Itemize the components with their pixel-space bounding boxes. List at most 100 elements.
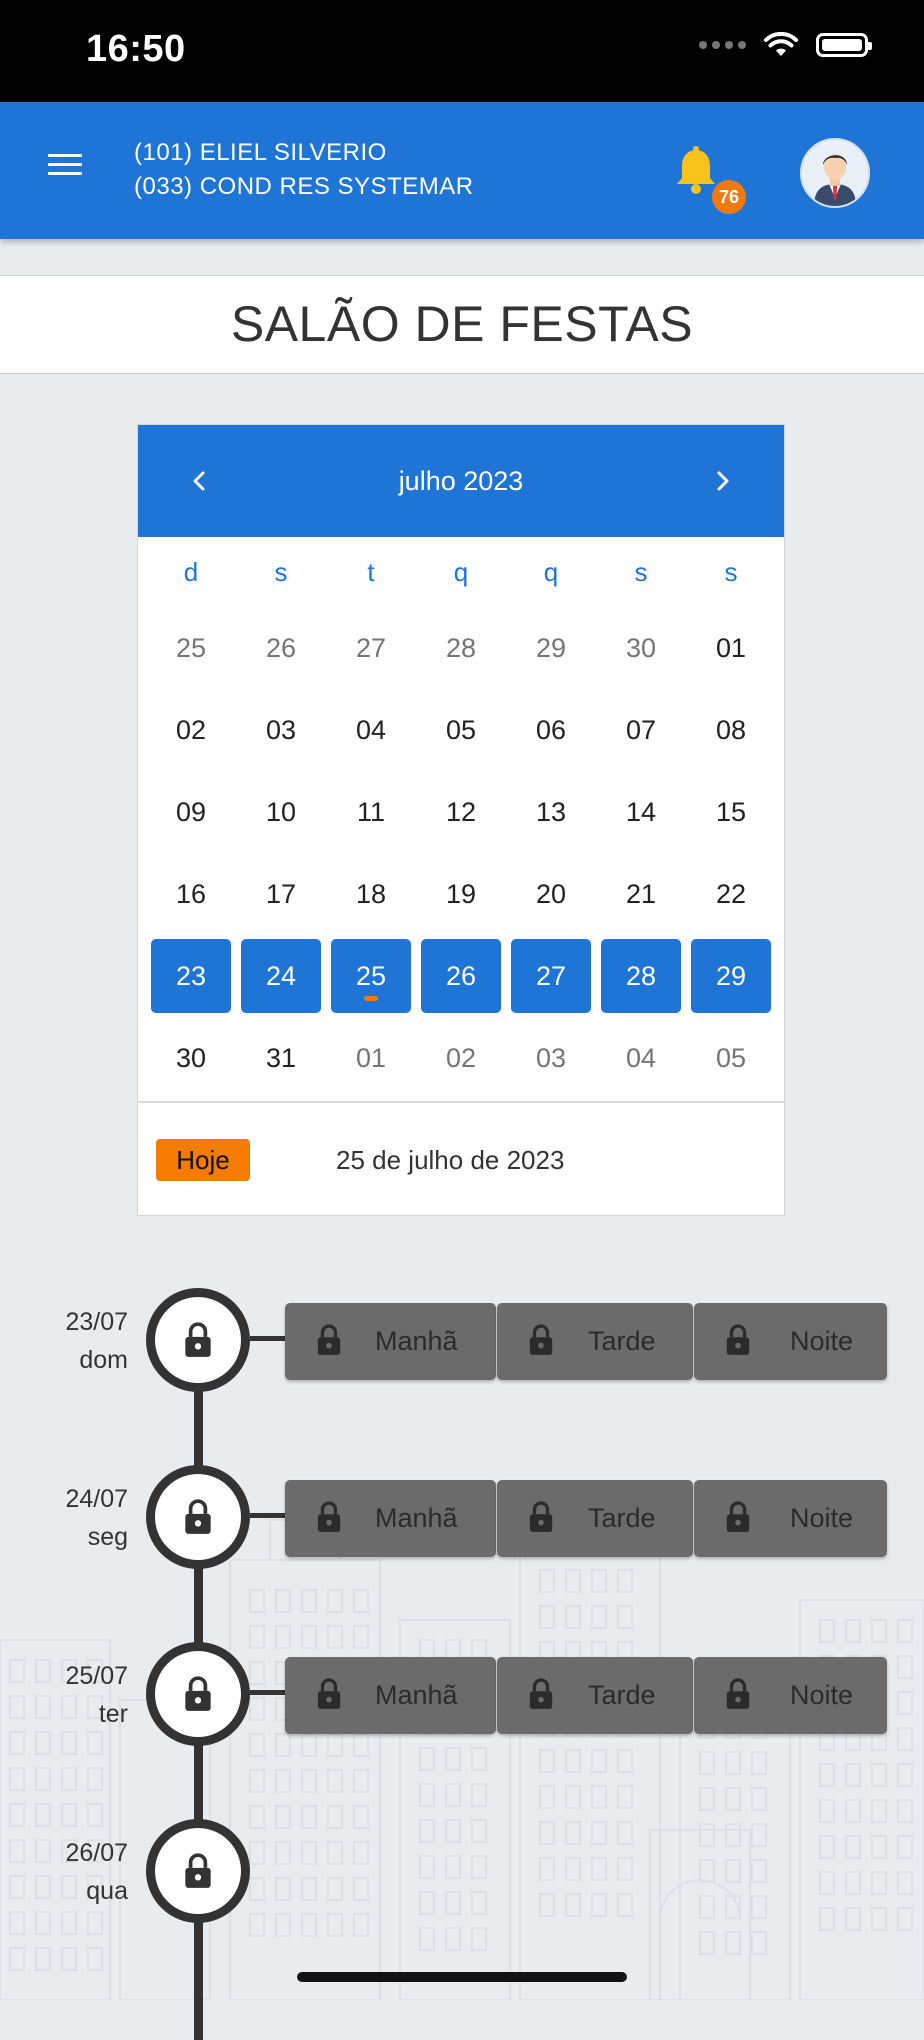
timeline-connector bbox=[250, 1336, 286, 1341]
weekday-label: s bbox=[274, 557, 288, 587]
calendar-day-other-month[interactable]: 03 bbox=[506, 1017, 596, 1099]
timeline-lock-node[interactable] bbox=[146, 1642, 250, 1746]
calendar-day-other-month[interactable]: 28 bbox=[416, 607, 506, 689]
period-slot-button[interactable]: Manhã bbox=[285, 1657, 496, 1734]
calendar-day[interactable]: 14 bbox=[596, 771, 686, 853]
timeline-date: 25/07 ter bbox=[0, 1657, 128, 1733]
timeline-lock-node[interactable] bbox=[146, 1819, 250, 1923]
today-date-text: 25 de julho de 2023 bbox=[336, 1145, 565, 1175]
calendar-day-number: 27 bbox=[355, 632, 387, 663]
calendar-month-label: julho 2023 bbox=[398, 466, 524, 496]
menu-button[interactable] bbox=[48, 154, 82, 182]
weekday-label: d bbox=[183, 557, 199, 587]
calendar-day-selected[interactable]: 24 bbox=[236, 935, 326, 1017]
calendar-day-other-month[interactable]: 04 bbox=[596, 1017, 686, 1099]
period-slot-button[interactable]: Manhã bbox=[285, 1480, 496, 1557]
calendar-day-other-month[interactable]: 29 bbox=[506, 607, 596, 689]
calendar-day-number: 01 bbox=[355, 1042, 387, 1073]
calendar-day[interactable]: 20 bbox=[506, 853, 596, 935]
calendar-day[interactable]: 31 bbox=[236, 1017, 326, 1099]
calendar-day[interactable]: 17 bbox=[236, 853, 326, 935]
calendar-day[interactable]: 15 bbox=[686, 771, 776, 853]
weekday-label: s bbox=[724, 557, 738, 587]
period-slot-label: Tarde bbox=[588, 1503, 656, 1533]
calendar-day-other-month[interactable]: 27 bbox=[326, 607, 416, 689]
calendar-day-number: 16 bbox=[175, 878, 207, 909]
timeline-connector bbox=[250, 1513, 286, 1518]
period-slot-label: Manhã bbox=[375, 1326, 458, 1356]
calendar-day[interactable]: 22 bbox=[686, 853, 776, 935]
calendar-day[interactable]: 01 bbox=[686, 607, 776, 689]
calendar-day-other-month[interactable]: 30 bbox=[596, 607, 686, 689]
calendar-day[interactable]: 30 bbox=[146, 1017, 236, 1099]
calendar-day-number: 15 bbox=[715, 796, 747, 827]
calendar-week-row: 30 31 01 02 03 04 05 bbox=[146, 1017, 776, 1099]
timeline-date-label: 23/07 bbox=[65, 1308, 128, 1336]
calendar-day[interactable]: 11 bbox=[326, 771, 416, 853]
calendar-day-number: 04 bbox=[355, 714, 387, 745]
calendar-day-number: 10 bbox=[265, 796, 297, 827]
timeline-date: 26/07 qua bbox=[0, 1834, 128, 1910]
calendar-day-number: 28 bbox=[625, 960, 657, 991]
timeline-lock-node[interactable] bbox=[146, 1288, 250, 1392]
calendar-day-selected[interactable]: 27 bbox=[506, 935, 596, 1017]
timeline-date: 24/07 seg bbox=[0, 1480, 128, 1556]
lock-icon bbox=[185, 1322, 211, 1357]
calendar-day-number: 11 bbox=[356, 796, 386, 827]
period-slot-button[interactable]: Manhã bbox=[285, 1303, 496, 1380]
calendar-grid: d s t q q s s 25 26 27 28 29 30 01 02 03 04 05 06 07 08 09 10… bbox=[146, 537, 776, 1099]
lock-icon-wrapper bbox=[315, 1500, 343, 1539]
calendar-day[interactable]: 21 bbox=[596, 853, 686, 935]
calendar-day[interactable]: 16 bbox=[146, 853, 236, 935]
calendar-day-selected[interactable]: 23 bbox=[146, 935, 236, 1017]
today-button[interactable]: Hoje bbox=[156, 1139, 250, 1181]
calendar-day[interactable]: 13 bbox=[506, 771, 596, 853]
calendar-day[interactable]: 02 bbox=[146, 689, 236, 771]
calendar-day[interactable]: 09 bbox=[146, 771, 236, 853]
calendar-day-other-month[interactable]: 01 bbox=[326, 1017, 416, 1099]
calendar-day[interactable]: 19 bbox=[416, 853, 506, 935]
period-slot-button[interactable]: Noite bbox=[694, 1480, 887, 1557]
lock-icon bbox=[726, 1324, 750, 1355]
avatar[interactable] bbox=[800, 138, 870, 208]
period-slot-button[interactable]: Noite bbox=[694, 1303, 887, 1380]
calendar-day-selected[interactable]: 28 bbox=[596, 935, 686, 1017]
calendar-day-number: 13 bbox=[535, 796, 567, 827]
calendar-day[interactable]: 18 bbox=[326, 853, 416, 935]
lock-icon bbox=[726, 1501, 750, 1532]
period-slot-label: Noite bbox=[790, 1326, 854, 1356]
next-month-button[interactable] bbox=[702, 461, 742, 501]
calendar-day[interactable]: 07 bbox=[596, 689, 686, 771]
timeline-weekday-label: qua bbox=[86, 1877, 128, 1905]
period-slot-label: Tarde bbox=[588, 1680, 656, 1710]
today-marker bbox=[364, 996, 378, 1001]
weekday-header: dstqqss bbox=[146, 537, 776, 607]
calendar-day-other-month[interactable]: 26 bbox=[236, 607, 326, 689]
timeline-date-label: 24/07 bbox=[65, 1485, 128, 1513]
calendar-day-number: 03 bbox=[265, 714, 297, 745]
calendar-day[interactable]: 05 bbox=[416, 689, 506, 771]
calendar-day-selected[interactable]: 26 bbox=[416, 935, 506, 1017]
calendar-day-selected[interactable]: 29 bbox=[686, 935, 776, 1017]
calendar-day-number: 25 bbox=[355, 960, 387, 991]
calendar-day-selected[interactable]: 25 bbox=[326, 935, 416, 1017]
period-slot-label: Tarde bbox=[588, 1326, 656, 1356]
lock-icon-wrapper bbox=[527, 1500, 555, 1539]
calendar-day[interactable]: 10 bbox=[236, 771, 326, 853]
calendar-day-other-month[interactable]: 02 bbox=[416, 1017, 506, 1099]
calendar-day[interactable]: 03 bbox=[236, 689, 326, 771]
period-slot-button[interactable]: Noite bbox=[694, 1657, 887, 1734]
timeline-lock-node[interactable] bbox=[146, 1465, 250, 1569]
calendar-day-other-month[interactable]: 05 bbox=[686, 1017, 776, 1099]
timeline-weekday-label: dom bbox=[79, 1346, 128, 1374]
period-slot-button[interactable]: Tarde bbox=[497, 1657, 693, 1734]
calendar-day-other-month[interactable]: 25 bbox=[146, 607, 236, 689]
calendar-day[interactable]: 06 bbox=[506, 689, 596, 771]
calendar-day[interactable]: 04 bbox=[326, 689, 416, 771]
period-slot-button[interactable]: Tarde bbox=[497, 1480, 693, 1557]
calendar-day-number: 26 bbox=[445, 960, 477, 991]
calendar-day[interactable]: 08 bbox=[686, 689, 776, 771]
notification-badge[interactable]: 76 bbox=[712, 180, 746, 214]
calendar-day[interactable]: 12 bbox=[416, 771, 506, 853]
period-slot-button[interactable]: Tarde bbox=[497, 1303, 693, 1380]
